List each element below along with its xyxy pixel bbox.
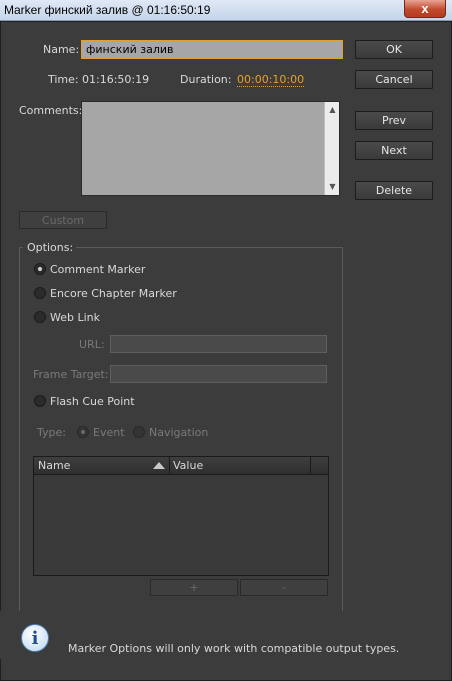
comment-marker-label[interactable]: Comment Marker xyxy=(50,263,145,276)
delete-button[interactable]: Delete xyxy=(355,181,433,200)
column-header-value[interactable]: Value xyxy=(173,459,203,472)
custom-button[interactable]: Custom xyxy=(19,211,107,229)
add-parameter-button[interactable]: + xyxy=(150,579,238,596)
encore-chapter-marker-label[interactable]: Encore Chapter Marker xyxy=(50,287,177,300)
close-icon: x xyxy=(421,1,429,16)
cancel-button[interactable]: Cancel xyxy=(355,70,433,89)
frame-target-input[interactable] xyxy=(110,365,327,383)
comment-marker-radio[interactable] xyxy=(34,263,46,275)
frame-target-label: Frame Target: xyxy=(33,368,109,381)
next-button[interactable]: Next xyxy=(355,141,433,160)
name-label: Name: xyxy=(43,43,80,56)
encore-chapter-marker-radio[interactable] xyxy=(34,287,46,299)
options-title: Options: xyxy=(25,241,76,254)
remove-parameter-button[interactable]: - xyxy=(240,579,328,596)
url-label: URL: xyxy=(79,338,105,351)
table-header: Name Value xyxy=(34,457,328,475)
flash-cue-point-label[interactable]: Flash Cue Point xyxy=(50,395,135,408)
scroll-down-icon[interactable]: ▼ xyxy=(325,180,340,194)
column-divider xyxy=(169,457,170,475)
comments-scrollbar[interactable]: ▲ ▼ xyxy=(324,102,339,195)
ok-button[interactable]: OK xyxy=(355,40,433,59)
sort-ascending-icon[interactable] xyxy=(153,462,165,469)
name-input[interactable] xyxy=(81,40,343,59)
comments-textarea[interactable]: ▲ ▼ xyxy=(81,101,340,196)
column-divider xyxy=(310,457,311,475)
cue-point-table[interactable]: Name Value xyxy=(33,456,329,576)
url-input[interactable] xyxy=(110,335,327,353)
web-link-radio[interactable] xyxy=(34,311,46,323)
window-title: Marker финский залив @ 01:16:50:19 xyxy=(4,3,211,17)
web-link-label[interactable]: Web Link xyxy=(50,311,100,324)
duration-label: Duration: xyxy=(180,73,232,86)
close-button[interactable]: x xyxy=(404,0,446,18)
time-label: Time: xyxy=(48,73,79,86)
duration-value[interactable]: 00:00:10:00 xyxy=(237,73,305,87)
scroll-up-icon[interactable]: ▲ xyxy=(325,103,340,117)
info-icon: i xyxy=(21,624,49,652)
type-event-radio[interactable] xyxy=(77,426,89,438)
type-navigation-label[interactable]: Navigation xyxy=(149,426,208,439)
info-message: Marker Options will only work with compa… xyxy=(68,642,400,655)
comments-label: Comments: xyxy=(19,104,83,117)
type-event-label[interactable]: Event xyxy=(93,426,125,439)
type-navigation-radio[interactable] xyxy=(133,426,145,438)
time-value: 01:16:50:19 xyxy=(82,73,150,86)
title-bar: Marker финский залив @ 01:16:50:19 x xyxy=(0,0,452,21)
type-label: Type: xyxy=(37,426,66,439)
column-header-name[interactable]: Name xyxy=(38,459,70,472)
prev-button[interactable]: Prev xyxy=(355,111,433,130)
info-bar: i Marker Options will only work with com… xyxy=(0,611,450,659)
flash-cue-point-radio[interactable] xyxy=(34,395,46,407)
